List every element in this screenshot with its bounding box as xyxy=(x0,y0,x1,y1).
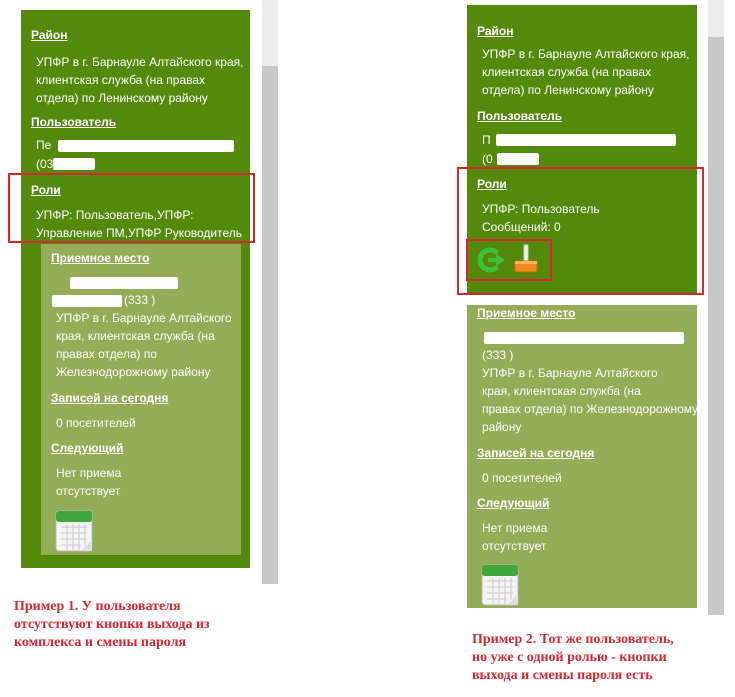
left-district-header[interactable]: Район xyxy=(31,28,67,42)
right-buttons-highlight xyxy=(466,239,552,281)
left-reception-name2-redaction xyxy=(52,295,122,307)
right-user-header[interactable]: Пользователь xyxy=(477,109,562,123)
right-reception-header[interactable]: Приемное место xyxy=(477,306,575,320)
right-district-header[interactable]: Район xyxy=(477,24,513,38)
left-user-name-redaction xyxy=(58,140,234,152)
right-next-text: Нет приема отсутствует xyxy=(482,521,548,553)
right-user-name-redaction xyxy=(496,134,676,146)
left-user-header[interactable]: Пользователь xyxy=(31,115,116,129)
caption-example-1: Пример 1. У пользователя отсутствуют кно… xyxy=(14,599,210,650)
left-reception-name-redaction xyxy=(70,277,178,289)
left-records-text: 0 посетителей xyxy=(56,416,136,430)
left-district-text: УПФР в г. Барнауле Алтайского края, клие… xyxy=(36,55,244,105)
left-user-phone-redaction xyxy=(53,158,95,170)
right-user-phone-redaction xyxy=(497,153,539,165)
right-reception-address: УПФР в г. Барнауле Алтайского края, клие… xyxy=(482,366,699,434)
left-next-text: Нет приема отсутствует xyxy=(56,466,122,498)
left-roles-highlight xyxy=(8,173,255,243)
left-next-header[interactable]: Следующий xyxy=(51,441,123,455)
right-user-phone: (0 xyxy=(482,152,493,166)
left-reception-header[interactable]: Приемное место xyxy=(51,251,149,265)
right-district-text: УПФР в г. Барнауле Алтайского края, клие… xyxy=(482,47,690,97)
left-user-name: Пе xyxy=(36,138,52,152)
right-user-name: П xyxy=(482,133,491,147)
left-reception-address: УПФР в г. Барнауле Алтайского края, клие… xyxy=(56,311,232,379)
left-reception-phone: (333 ) xyxy=(124,293,156,307)
right-records-text: 0 посетителей xyxy=(482,471,562,485)
right-reception-phone: (333 ) xyxy=(482,348,514,362)
caption-example-2: Пример 2. Тот же пользователь, но уже с … xyxy=(472,632,674,683)
right-next-header[interactable]: Следующий xyxy=(477,496,549,510)
left-records-header[interactable]: Записей на сегодня xyxy=(51,391,168,405)
right-records-header[interactable]: Записей на сегодня xyxy=(477,446,594,460)
calendar-icon[interactable] xyxy=(55,510,93,552)
calendar-icon[interactable] xyxy=(481,564,519,606)
right-reception-name-redaction xyxy=(484,332,684,344)
left-scrollbar-thumb[interactable] xyxy=(262,66,278,584)
right-scrollbar-thumb[interactable] xyxy=(708,37,724,615)
left-user-phone: (03 xyxy=(36,157,54,171)
